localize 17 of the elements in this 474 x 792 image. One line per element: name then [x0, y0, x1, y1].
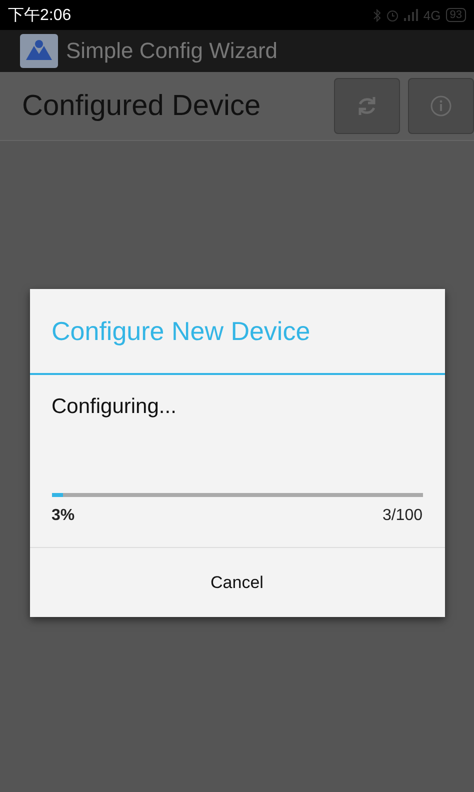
dialog-title: Configure New Device: [52, 316, 310, 346]
alarm-icon: [386, 8, 400, 22]
bluetooth-icon: [373, 8, 382, 22]
cancel-button[interactable]: Cancel: [30, 548, 444, 617]
app-logo-icon: [20, 34, 58, 68]
progress-count: 3/100: [382, 507, 422, 525]
network-type: 4G: [423, 8, 441, 22]
signal-icon: [404, 9, 418, 21]
app-title: Simple Config Wizard: [66, 38, 278, 64]
status-time: 下午2:06: [8, 6, 72, 26]
info-icon: [430, 95, 452, 117]
info-button[interactable]: [408, 78, 474, 134]
screen-title: Configured Device: [22, 90, 262, 122]
refresh-button[interactable]: [334, 78, 400, 134]
battery-level: 93: [446, 8, 466, 22]
dialog-message: Configuring...: [50, 394, 178, 419]
progress-percent: 3%: [52, 507, 75, 525]
